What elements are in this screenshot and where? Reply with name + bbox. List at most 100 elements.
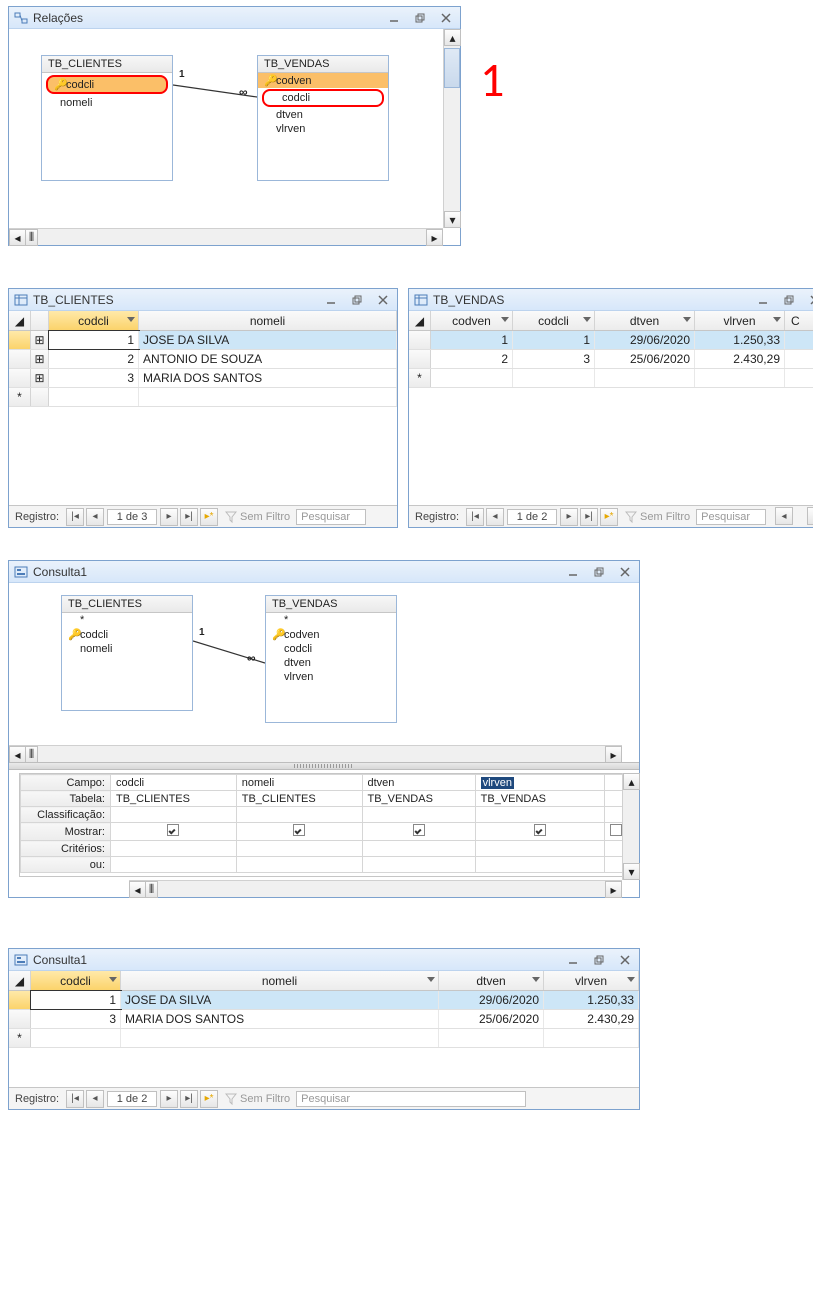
tablebox-vendas[interactable]: TB_VENDAS * 🔑codven codcli dtven vlrven: [265, 595, 397, 723]
scroll-down-button[interactable]: ▾: [444, 211, 461, 228]
cell-nomeli[interactable]: MARIA DOS SANTOS: [139, 369, 397, 387]
cell-dtven[interactable]: 29/06/2020: [595, 331, 695, 349]
cell-empty[interactable]: [513, 369, 595, 387]
restore-button[interactable]: [779, 293, 799, 307]
nav-position[interactable]: 1 de 2: [107, 1091, 157, 1107]
col-header-dtven[interactable]: dtven: [439, 971, 544, 990]
cell-dtven[interactable]: 25/06/2020: [595, 350, 695, 368]
grid-field[interactable]: vlrven: [475, 775, 604, 791]
dropdown-icon[interactable]: [532, 977, 540, 982]
table-row[interactable]: 3 MARIA DOS SANTOS 25/06/2020 2.430,29: [9, 1010, 639, 1029]
row-selector[interactable]: [9, 369, 31, 387]
cell-codcli[interactable]: 1: [31, 991, 121, 1009]
field-codcli-pk[interactable]: 🔑 codcli: [46, 75, 168, 94]
scroll-right-button[interactable]: ▸: [426, 229, 443, 246]
grid-vscrollbar[interactable]: ▴ ▾: [622, 773, 639, 880]
select-all-corner[interactable]: ◢: [409, 311, 431, 330]
field-nomeli[interactable]: nomeli: [62, 642, 192, 656]
table-row[interactable]: 1 1 29/06/2020 1.250,33: [409, 331, 813, 350]
close-button[interactable]: [615, 953, 635, 967]
restore-button[interactable]: [347, 293, 367, 307]
field-star[interactable]: *: [266, 613, 396, 627]
grid-table[interactable]: TB_VENDAS: [362, 791, 475, 807]
grid-or[interactable]: [111, 857, 237, 873]
titlebar-clientes[interactable]: TB_CLIENTES: [9, 289, 397, 311]
row-selector[interactable]: [9, 991, 31, 1009]
filter-indicator[interactable]: Sem Filtro: [625, 511, 690, 523]
restore-button[interactable]: [410, 11, 430, 25]
tablebox-clientes[interactable]: TB_CLIENTES 🔑 codcli nomeli: [41, 55, 173, 181]
field-nomeli[interactable]: nomeli: [42, 96, 172, 110]
minimize-button[interactable]: [321, 293, 341, 307]
scroll-left-button[interactable]: ◂: [9, 746, 26, 763]
minimize-button[interactable]: [384, 11, 404, 25]
nav-next-button[interactable]: ▸: [160, 1090, 178, 1108]
titlebar-vendas[interactable]: TB_VENDAS: [409, 289, 813, 311]
minimize-button[interactable]: [563, 565, 583, 579]
grid-field[interactable]: nomeli: [236, 775, 362, 791]
nav-last-button[interactable]: ▸|: [180, 1090, 198, 1108]
nav-position[interactable]: 1 de 2: [507, 509, 557, 525]
field-dtven[interactable]: dtven: [258, 108, 388, 122]
scroll-grip[interactable]: ⦀: [146, 881, 158, 898]
col-header-codcli[interactable]: codcli: [31, 971, 121, 990]
field-codcli[interactable]: codcli: [266, 642, 396, 656]
row-selector-new[interactable]: *: [9, 388, 31, 406]
cell-codcli[interactable]: 1: [513, 331, 595, 349]
nav-next-button[interactable]: ▸: [560, 508, 578, 526]
row-selector-new[interactable]: *: [9, 1029, 31, 1047]
scroll-left-button[interactable]: ◂: [775, 507, 793, 525]
field-codven-pk[interactable]: 🔑 codven: [258, 73, 388, 88]
new-row[interactable]: *: [409, 369, 813, 388]
cell-nomeli[interactable]: JOSE DA SILVA: [139, 331, 397, 349]
nav-prev-button[interactable]: ◂: [86, 508, 104, 526]
table-row[interactable]: ⊞ 2 ANTONIO DE SOUZA: [9, 350, 397, 369]
nav-next-button[interactable]: ▸: [160, 508, 178, 526]
nav-new-button[interactable]: ▸*: [600, 508, 618, 526]
new-row[interactable]: *: [9, 388, 397, 407]
cell-empty[interactable]: [785, 369, 813, 387]
grid-sort[interactable]: [236, 807, 362, 823]
restore-button[interactable]: [589, 565, 609, 579]
field-dtven[interactable]: dtven: [266, 656, 396, 670]
col-header-extra[interactable]: C: [785, 311, 813, 330]
minimize-button[interactable]: [753, 293, 773, 307]
search-box[interactable]: Pesquisar: [696, 509, 766, 525]
cell-empty[interactable]: [31, 1029, 121, 1047]
grid-table[interactable]: TB_CLIENTES: [236, 791, 362, 807]
cell-codven[interactable]: 1: [431, 331, 513, 349]
col-header-nomeli[interactable]: nomeli: [139, 311, 397, 330]
cell-empty[interactable]: [695, 369, 785, 387]
grid-or[interactable]: [362, 857, 475, 873]
close-button[interactable]: [805, 293, 813, 307]
col-header-codven[interactable]: codven: [431, 311, 513, 330]
grid-show[interactable]: [362, 823, 475, 841]
grid-criteria[interactable]: [236, 841, 362, 857]
grid-criteria[interactable]: [475, 841, 604, 857]
dropdown-icon[interactable]: [127, 317, 135, 322]
dropdown-icon[interactable]: [583, 317, 591, 322]
nav-last-button[interactable]: ▸|: [580, 508, 598, 526]
col-header-codcli[interactable]: codcli: [49, 311, 139, 330]
scroll-left-button[interactable]: ◂: [129, 881, 146, 898]
relations-canvas[interactable]: TB_CLIENTES 🔑 codcli nomeli TB_VENDAS 🔑 …: [9, 29, 443, 228]
scroll-down-button[interactable]: ▾: [623, 863, 640, 880]
restore-button[interactable]: [589, 953, 609, 967]
select-all-corner[interactable]: ◢: [9, 971, 31, 990]
cell-empty[interactable]: [439, 1029, 544, 1047]
table-row[interactable]: ⊞ 3 MARIA DOS SANTOS: [9, 369, 397, 388]
grid-hscrollbar[interactable]: ◂ ⦀ ▸: [129, 880, 622, 897]
row-selector-new[interactable]: *: [409, 369, 431, 387]
col-header-codcli[interactable]: codcli: [513, 311, 595, 330]
nav-hscroll[interactable]: ◂ ▸: [774, 505, 813, 527]
field-codcli-fk[interactable]: codcli: [262, 89, 384, 107]
query-grid[interactable]: Campo: codcli nomeli dtven vlrven Tabela…: [19, 773, 629, 877]
field-vlrven[interactable]: vlrven: [266, 670, 396, 684]
grid-show[interactable]: [236, 823, 362, 841]
cell-codcli[interactable]: 3: [49, 369, 139, 387]
cell-codcli[interactable]: 3: [31, 1010, 121, 1028]
nav-prev-button[interactable]: ◂: [86, 1090, 104, 1108]
field-codcli[interactable]: 🔑codcli: [62, 627, 192, 642]
grid-show[interactable]: [475, 823, 604, 841]
cell-vlrven[interactable]: 1.250,33: [695, 331, 785, 349]
